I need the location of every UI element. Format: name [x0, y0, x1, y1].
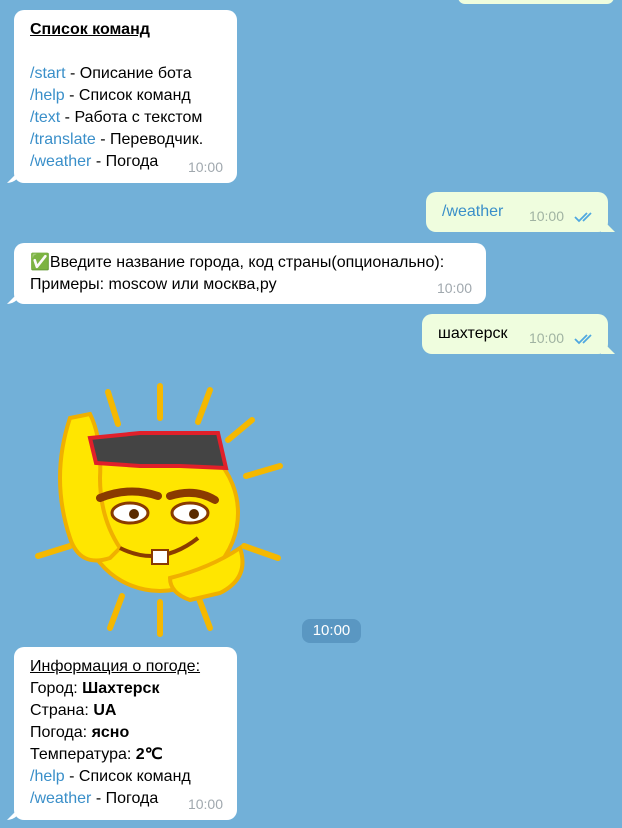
command-link-help[interactable]: /help	[30, 768, 65, 785]
message-time: 10:00	[187, 159, 223, 175]
check-mark-icon: ✅	[30, 254, 50, 271]
command-desc: - Погода	[91, 790, 159, 807]
country-label: Страна:	[30, 702, 94, 719]
command-desc: - Список команд	[64, 87, 191, 104]
command-link-text[interactable]: /text	[30, 109, 60, 126]
help-command-line: /help - Список команд	[30, 766, 237, 788]
command-desc: - Описание бота	[65, 65, 192, 82]
command-link-weather[interactable]: /weather	[442, 203, 503, 220]
weather-line: Погода: ясно	[30, 722, 237, 744]
temperature-label: Температура:	[30, 746, 136, 763]
message-time: 10:00	[528, 208, 564, 224]
country-value: UA	[93, 702, 117, 719]
weather-info-title: Информация о погоде:	[30, 658, 201, 675]
message-text: шахтерск	[438, 325, 508, 342]
command-link-translate[interactable]: /translate	[30, 131, 96, 148]
city-label: Город:	[30, 680, 83, 697]
weather-value: ясно	[91, 724, 130, 741]
temperature-line: Температура: 2℃	[30, 744, 237, 766]
message-time: 10:00	[528, 330, 564, 346]
bot-message-weather-info: Информация о погоде: Город: Шахтерск Стр…	[14, 647, 237, 820]
weather-label: Погода:	[30, 724, 92, 741]
message-time: 10:00	[187, 796, 223, 812]
message-time: 10:00	[436, 280, 472, 296]
prompt-line-2: Примеры: moscow или москва,ру	[30, 276, 277, 293]
bot-message-command-list: Список команд /start - Описание бота /he…	[14, 10, 237, 183]
city-line: Город: Шахтерск	[30, 678, 237, 700]
previous-message-bubble	[458, 0, 614, 4]
command-line-translate: /translate - Переводчик.	[30, 129, 237, 151]
command-desc: - Работа с текстом	[60, 109, 203, 126]
sun-with-sunglasses-icon	[35, 383, 283, 637]
sticker-time-badge: 10:00	[302, 619, 361, 643]
command-link-weather[interactable]: /weather	[30, 153, 91, 170]
prompt-text: Введите название города, код страны(опци…	[49, 254, 445, 271]
user-message-weather: /weather 10:00	[426, 192, 608, 232]
command-desc: - Список команд	[64, 768, 191, 785]
read-checkmarks-icon	[574, 334, 592, 345]
command-line-help: /help - Список команд	[30, 85, 237, 107]
message-title: Список команд	[30, 21, 150, 38]
command-line-text: /text - Работа с текстом	[30, 107, 237, 129]
user-message-city: шахтерск 10:00	[422, 314, 608, 354]
command-link-weather[interactable]: /weather	[30, 790, 91, 807]
sun-sticker[interactable]	[30, 378, 290, 640]
command-line-start: /start - Описание бота	[30, 63, 237, 85]
country-line: Страна: UA	[30, 700, 237, 722]
command-link-help[interactable]: /help	[30, 87, 65, 104]
prompt-line-1: ✅Введите название города, код страны(опц…	[30, 252, 486, 274]
city-value: Шахтерск	[82, 680, 160, 697]
bot-message-city-prompt: ✅Введите название города, код страны(опц…	[14, 243, 486, 304]
command-desc: - Переводчик.	[95, 131, 204, 148]
command-desc: - Погода	[91, 153, 159, 170]
temperature-value: 2℃	[135, 746, 163, 763]
read-checkmarks-icon	[574, 212, 592, 223]
command-link-start[interactable]: /start	[30, 65, 66, 82]
